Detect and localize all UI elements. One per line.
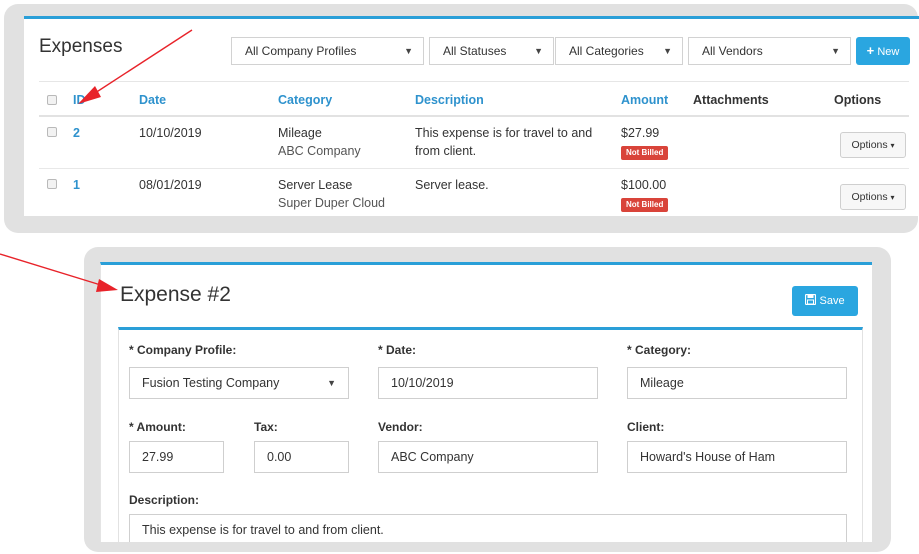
row-id-link[interactable]: 1 [73,176,80,194]
save-icon [805,293,819,307]
row-options-button[interactable]: Options ▾ [840,132,906,158]
row-date: 08/01/2019 [139,178,202,192]
save-button[interactable]: Save [792,286,858,316]
expense-form: * Company Profile: Fusion Testing Compan… [118,327,863,542]
filter-label: All Vendors [702,44,763,58]
options-label: Options [851,139,888,151]
expenses-panel: Expenses All Company Profiles ▼ All Stat… [24,16,919,216]
tax-value: 0.00 [267,450,292,464]
table-row: 2 10/10/2019 Mileage ABC Company This ex… [39,117,909,169]
expense-detail-panel: Expense #2 Save * Company Profile: Fusio… [100,262,872,542]
filter-company-profiles[interactable]: All Company Profiles ▼ [231,37,424,65]
new-expense-button[interactable]: + New [856,37,910,65]
tax-label: Tax: [254,420,278,434]
filter-vendors[interactable]: All Vendors ▼ [688,37,851,65]
row-description: Server lease. [415,176,615,194]
client-field[interactable]: Howard's House of Ham [627,441,847,473]
column-header-options: Options [834,93,882,107]
row-category-name: Server Lease [278,178,353,192]
vendor-label: Vendor: [378,420,423,434]
description-value: This expense is for travel to and from c… [142,523,384,537]
vendor-field[interactable]: ABC Company [378,441,598,473]
company-profile-select[interactable]: Fusion Testing Company ▼ [129,367,349,399]
column-header-attachments: Attachments [693,93,769,107]
row-options-button[interactable]: Options ▾ [840,184,906,210]
row-vendor: Super Duper Cloud [278,196,386,210]
category-field[interactable]: Mileage [627,367,847,399]
amount-field[interactable]: 27.99 [129,441,224,473]
table-row: 1 08/01/2019 Server Lease Super Duper Cl… [39,169,909,216]
tax-field[interactable]: 0.00 [254,441,349,473]
column-header-id[interactable]: ID [73,93,86,107]
status-badge: Not Billed [621,146,669,160]
row-description: This expense is for travel to and from c… [415,124,615,160]
caret-down-icon: ▾ [890,193,895,202]
row-id-link[interactable]: 2 [73,124,80,142]
caret-down-icon: ▾ [890,141,895,150]
options-label: Options [851,191,888,203]
row-description-line: Server lease. [415,178,489,192]
filter-label: All Categories [569,44,644,58]
expense-title: Expense #2 [120,283,231,306]
row-category-name: Mileage [278,126,322,140]
page-title: Expenses [39,36,123,57]
date-value: 10/10/2019 [391,376,454,390]
amount-label: * Amount: [129,420,186,434]
expenses-table: ID Date Category Description Amount Atta… [39,81,909,216]
row-description-line: from client. [415,144,477,158]
caret-down-icon: ▼ [534,46,543,56]
description-label: Description: [129,493,200,507]
column-header-amount[interactable]: Amount [621,93,668,107]
column-header-description[interactable]: Description [415,93,484,107]
company-profile-value: Fusion Testing Company [142,376,280,390]
description-textarea[interactable]: This expense is for travel to and from c… [129,514,847,542]
new-button-label: New [877,46,900,58]
company-profile-label: * Company Profile: [129,343,237,357]
caret-down-icon: ▼ [327,378,336,388]
table-header: ID Date Category Description Amount Atta… [39,81,909,117]
vendor-value: ABC Company [391,450,474,464]
row-vendor: ABC Company [278,144,361,158]
select-all-checkbox[interactable] [47,95,57,105]
filter-categories[interactable]: All Categories ▼ [555,37,683,65]
caret-down-icon: ▼ [663,46,672,56]
row-checkbox[interactable] [47,127,57,137]
date-label: * Date: [378,343,417,357]
filter-label: All Statuses [443,44,507,58]
row-description-line: This expense is for travel to and [415,126,593,140]
plus-icon: + [866,43,875,58]
status-badge: Not Billed [621,198,669,212]
row-date: 10/10/2019 [139,126,202,140]
category-value: Mileage [640,376,684,390]
save-button-label: Save [819,295,845,307]
filter-statuses[interactable]: All Statuses ▼ [429,37,554,65]
client-value: Howard's House of Ham [640,450,776,464]
caret-down-icon: ▼ [404,46,413,56]
caret-down-icon: ▼ [831,46,840,56]
row-category: Mileage ABC Company [278,124,361,160]
client-label: Client: [627,420,665,434]
row-amount: $100.00 Not Billed [621,176,669,212]
row-amount-value: $100.00 [621,178,667,192]
row-category: Server Lease Super Duper Cloud [278,176,385,212]
amount-value: 27.99 [142,450,174,464]
row-amount-value: $27.99 [621,126,660,140]
column-header-category[interactable]: Category [278,93,332,107]
row-checkbox[interactable] [47,179,57,189]
column-header-date[interactable]: Date [139,93,166,107]
filter-label: All Company Profiles [245,44,357,58]
category-label: * Category: [627,343,692,357]
row-amount: $27.99 Not Billed [621,124,669,160]
date-field[interactable]: 10/10/2019 [378,367,598,399]
